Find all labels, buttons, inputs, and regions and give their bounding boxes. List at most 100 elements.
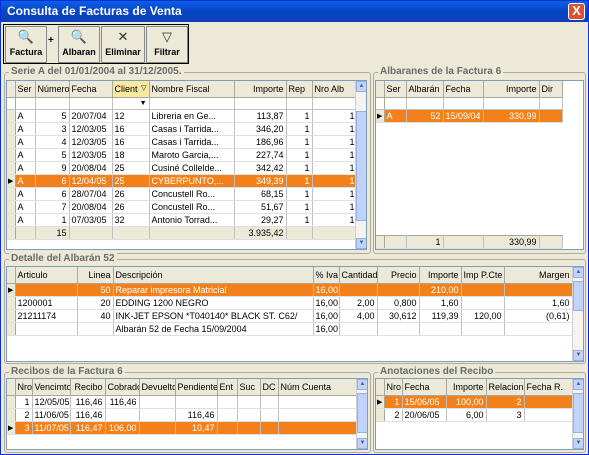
scroll-down-icon[interactable]: ▼ [356,238,366,249]
col-fecha[interactable]: Fecha [402,379,447,396]
table-cell: 12/04/05 [69,174,113,188]
scroll-down-icon[interactable]: ▼ [573,438,583,449]
table-row[interactable]: 2 11/06/05 116,46 116,46 [7,408,359,422]
col-fecha-r[interactable]: Fecha R. [524,379,575,396]
col-dc[interactable]: DC [260,379,279,396]
anotaciones-grid[interactable]: Nro Fecha Importe Relacion Fecha R. ▶ 1 15… [375,378,584,450]
factura-button[interactable]: 🔍 Factura [5,26,47,63]
table-row[interactable]: ▶ 1 15/06/05 100,00 2 [376,395,575,409]
col-dir[interactable]: Dir [539,81,563,98]
scroll-up-icon[interactable]: ▲ [356,81,366,92]
col-importe[interactable]: Importe [419,267,462,284]
table-cell: 5 [35,109,70,123]
anotaciones-scrollbar[interactable]: ▲ ▼ [572,379,583,449]
table-cell [175,395,218,409]
col-suc[interactable]: Suc [237,379,261,396]
col-pendiente[interactable]: Pendiente [175,379,218,396]
total-count: 15 [35,225,70,240]
scroll-down-icon[interactable]: ▼ [573,350,583,361]
col-iva[interactable]: % Iva [313,267,340,284]
detalle-grid[interactable]: Articulo Linea Descripción % Iva Cantida… [6,266,584,362]
col-precio[interactable]: Precio [377,267,420,284]
client-filter-dropdown[interactable]: ▼ [112,97,150,110]
table-row[interactable]: A 3 12/03/05 16 Casas i Tarrida... 346,20 1 1 [7,122,358,136]
col-client[interactable]: Client ▽ [112,81,150,98]
table-cell: 4,00 [339,309,378,323]
scroll-up-icon[interactable]: ▲ [573,379,583,390]
recibos-scrollbar[interactable]: ▲ ▼ [356,379,367,449]
col-albaran[interactable]: Albarán [406,81,444,98]
col-ser[interactable]: Ser [384,81,407,98]
eliminar-button[interactable]: ✕ Eliminar [101,26,145,63]
table-row[interactable]: Albarán 52 de Fecha 15/09/2004 16,00 [7,322,573,336]
scroll-down-icon[interactable]: ▼ [357,438,367,449]
table-row[interactable]: A 6 28/07/04 26 Concustell Ro... 68,15 1 1 [7,187,358,201]
scroll-thumb[interactable] [357,393,367,433]
col-numero[interactable]: Número [35,81,70,98]
facturas-grid[interactable]: Ser Número Fecha Client ▽ Nombre Fiscal I… [6,80,367,250]
table-cell: 4 [35,135,70,149]
table-row[interactable]: ▶ A 52 15/09/04 330,99 [376,109,563,123]
col-importe[interactable]: Importe [483,81,540,98]
col-imp-pcte[interactable]: Imp P.Cte [461,267,505,284]
table-row[interactable]: 2 20/06/05 6,00 3 [376,408,575,422]
col-cantidad[interactable]: Cantidad [339,267,378,284]
table-cell: 1 [312,135,358,149]
albaranes-grid[interactable]: Ser Albarán Fecha Importe Dir ▶ A 52 15/09/… [375,80,584,250]
table-row[interactable]: A 7 20/08/04 26 Concustell Ro... 51,67 1 1 [7,200,358,214]
detalle-scrollbar[interactable]: ▲ ▼ [572,267,583,361]
table-row[interactable]: 1 12/05/05 116,46 116,46 [7,395,359,409]
table-row[interactable]: A 5 12/03/05 18 Maroto Garcia,... 227,74 1 1 [7,148,358,162]
table-cell: 346,20 [234,122,287,136]
col-relacion[interactable]: Relacion [486,379,525,396]
col-rep[interactable]: Rep [286,81,313,98]
table-cell [217,395,238,409]
col-articulo[interactable]: Articulo [15,267,78,284]
col-vencimto[interactable]: Vencimto [32,379,71,396]
table-row[interactable]: ▶ 3 11/07/05 116,47 106,00 10,47 [7,421,359,435]
col-importe[interactable]: Importe [446,379,487,396]
col-recibo[interactable]: Recibo [70,379,106,396]
table-row[interactable]: A 1 07/03/05 32 Antonio Torrad... 29,27 1 1 [7,213,358,227]
table-row[interactable]: A 4 12/03/05 16 Casas i Tarrida... 186,96 1 1 [7,135,358,149]
scroll-up-icon[interactable]: ▲ [357,379,367,390]
facturas-scrollbar[interactable]: ▲ ▼ [355,81,366,249]
table-cell [461,322,505,336]
table-row[interactable]: ▶ A 6 12/04/05 25 CYBERPUNTO,... 349,39 1 1 [7,174,358,188]
col-cobrado[interactable]: Cobrado [105,379,140,396]
col-ser[interactable]: Ser [15,81,36,98]
table-row[interactable]: A 5 20/07/04 12 Libreria en Ge... 113,87 1 1 [7,109,358,123]
chevron-down-icon: ▼ [139,99,147,107]
col-nro-alb[interactable]: Nro Alb [312,81,358,98]
col-importe[interactable]: Importe [234,81,287,98]
table-row[interactable]: 1200001 20 EDDING 1200 NEGRO 16,00 2,00 0,800… [7,296,573,310]
scroll-up-icon[interactable]: ▲ [573,267,583,278]
col-linea[interactable]: Linea [77,267,114,284]
recibos-grid[interactable]: Nro Vencimto Recibo Cobrado Devuelto Pen… [6,378,368,450]
eliminar-label: Eliminar [105,47,141,57]
table-cell: 1 [15,395,33,409]
col-margen[interactable]: Margen [504,267,573,284]
col-nro[interactable]: Nro [15,379,33,396]
table-cell: 16,00 [313,322,340,336]
row-indicator-icon: ▶ [7,283,16,297]
col-nro[interactable]: Nro [384,379,403,396]
col-num-cuenta[interactable]: Núm Cuenta [278,379,359,396]
scroll-thumb[interactable] [573,281,583,311]
table-cell: 20/07/04 [69,109,113,123]
table-row[interactable]: 21211174 40 INK-JET EPSON *T040140* BLACK … [7,309,573,323]
table-cell: 18 [112,148,150,162]
col-ent[interactable]: Ent [217,379,238,396]
table-row[interactable]: ▶ 50 Reparar impresora Matricial 16,00 210,0… [7,283,573,297]
close-button[interactable]: X [568,3,585,20]
col-fecha[interactable]: Fecha [69,81,113,98]
col-nombre-fiscal[interactable]: Nombre Fiscal [149,81,235,98]
albaran-button[interactable]: 🔍 Albaran [58,26,100,63]
col-devuelto[interactable]: Devuelto [139,379,176,396]
col-fecha[interactable]: Fecha [443,81,484,98]
table-row[interactable]: A 9 20/08/04 25 Cusiné Collelde... 342,42 1 1 [7,161,358,175]
filtrar-button[interactable]: ▽ Filtrar [146,26,188,63]
col-descripcion[interactable]: Descripción [113,267,314,284]
scroll-thumb[interactable] [356,111,366,221]
scroll-thumb[interactable] [573,393,583,433]
